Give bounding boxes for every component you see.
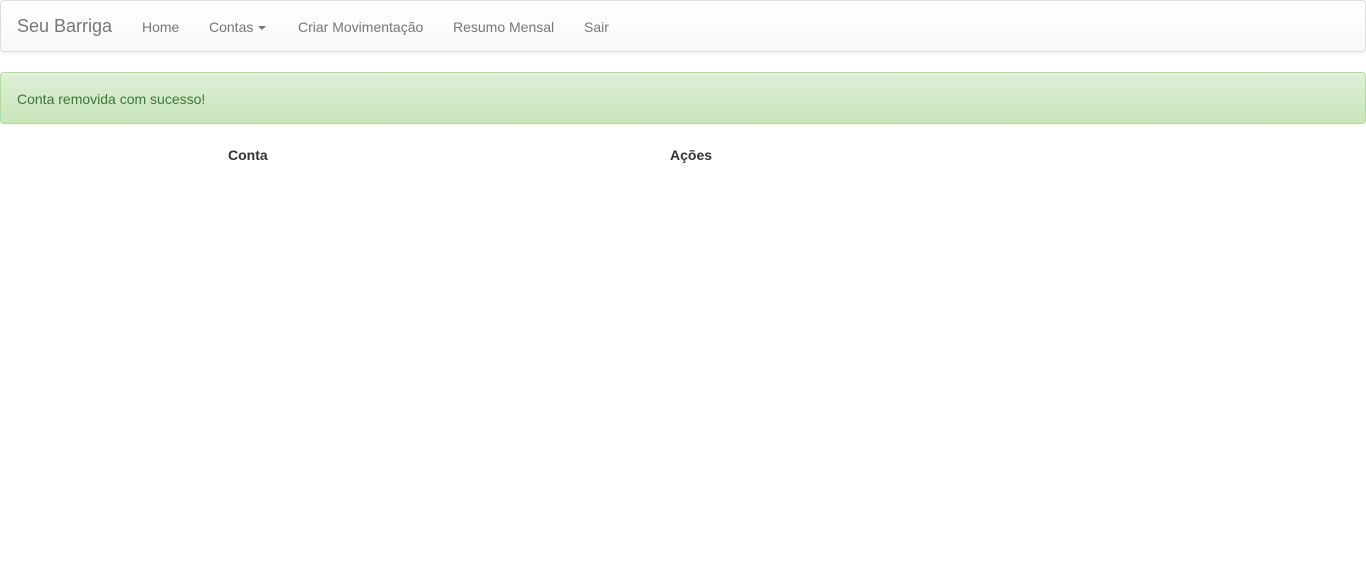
nav-home[interactable]: Home <box>142 18 179 36</box>
nav-criar-movimentacao-label: Criar Movimentação <box>298 19 424 35</box>
brand-link[interactable]: Seu Barriga <box>17 16 112 36</box>
nav-criar-movimentacao[interactable]: Criar Movimentação <box>298 18 423 36</box>
top-navbar: Seu Barriga Home Contas Criar Movimentaç… <box>0 0 1366 52</box>
nav-resumo-mensal[interactable]: Resumo Mensal <box>453 18 554 36</box>
nav-contas-label: Contas <box>209 19 254 35</box>
table-header-acoes: Ações <box>670 147 713 163</box>
success-alert: Conta removida com sucesso! <box>0 72 1366 124</box>
table-header-conta: Conta <box>228 147 268 163</box>
alert-message: Conta removida com sucesso! <box>17 91 206 107</box>
nav-contas-dropdown[interactable]: Contas <box>209 18 267 36</box>
nav-sair[interactable]: Sair <box>584 18 609 36</box>
nav-resumo-mensal-label: Resumo Mensal <box>453 19 555 35</box>
nav-home-label: Home <box>142 19 180 35</box>
caret-down-icon <box>258 26 267 31</box>
nav-sair-label: Sair <box>584 19 609 35</box>
